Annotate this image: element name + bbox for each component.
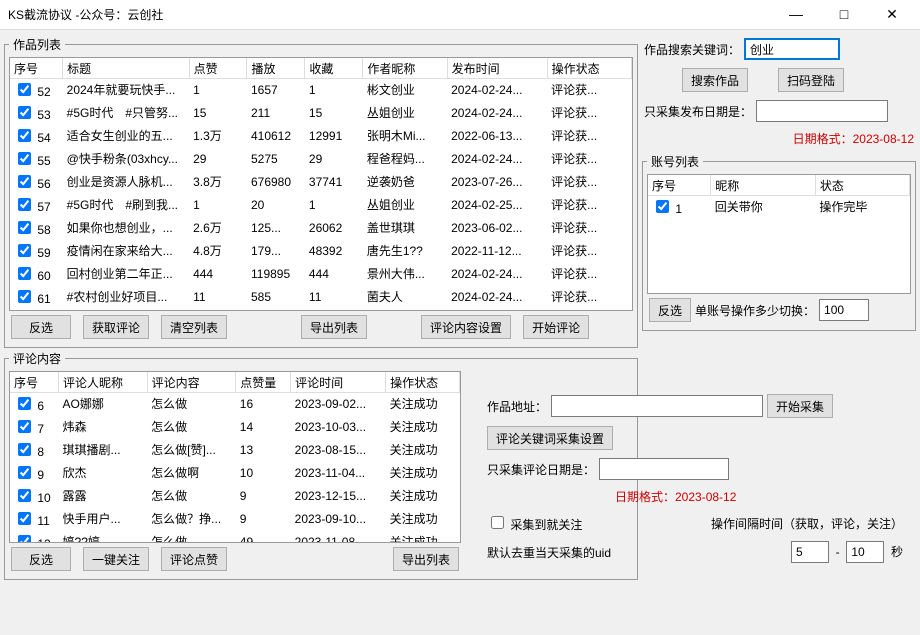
export-works-button[interactable]: 导出列表 xyxy=(301,315,367,339)
row-checkbox[interactable] xyxy=(18,290,31,303)
table-row[interactable]: 53#5G时代 #只管努...1521115丛姐创业2024-02-24...评… xyxy=(10,102,632,125)
dedup-label: 默认去重当天采集的uid xyxy=(487,544,611,561)
column-header[interactable]: 收藏 xyxy=(305,59,363,79)
column-header[interactable]: 播放 xyxy=(247,59,305,79)
accounts-invert-select-button[interactable]: 反选 xyxy=(649,298,691,322)
search-works-button[interactable]: 搜索作品 xyxy=(682,68,748,92)
works-panel: 作品列表 序号标题点赞播放收藏作者昵称发布时间操作状态 522024年就要玩快手… xyxy=(4,36,638,348)
table-row[interactable]: 10露露怎么做92023-12-15...关注成功 xyxy=(10,485,460,508)
row-checkbox[interactable] xyxy=(18,198,31,211)
row-checkbox[interactable] xyxy=(18,535,31,543)
publish-date-label: 只采集发布日期是： xyxy=(644,103,752,120)
row-checkbox[interactable] xyxy=(18,129,31,142)
keyword-input[interactable] xyxy=(744,38,840,60)
row-checkbox[interactable] xyxy=(18,152,31,165)
works-invert-select-button[interactable]: 反选 xyxy=(11,315,71,339)
keyword-label: 作品搜索关键词： xyxy=(644,41,740,58)
one-click-follow-button[interactable]: 一键关注 xyxy=(83,547,149,571)
row-checkbox[interactable] xyxy=(18,244,31,257)
row-checkbox[interactable] xyxy=(18,397,31,410)
maximize-button[interactable]: □ xyxy=(824,6,864,23)
table-row[interactable]: 56创业是资源人脉机...3.8万67698037741逆袭奶爸2023-07-… xyxy=(10,171,632,194)
column-header[interactable]: 点赞 xyxy=(189,59,247,79)
table-row[interactable]: 57#5G时代 #刷到我...1201丛姐创业2024-02-25...评论获.… xyxy=(10,194,632,217)
start-collect-button[interactable]: 开始采集 xyxy=(767,394,833,418)
clear-list-button[interactable]: 清空列表 xyxy=(161,315,227,339)
comment-like-button[interactable]: 评论点赞 xyxy=(161,547,227,571)
scan-login-button[interactable]: 扫码登陆 xyxy=(778,68,844,92)
accounts-table: 序号昵称状态 1回关带你操作完毕 xyxy=(648,175,910,218)
column-header[interactable]: 序号 xyxy=(10,59,63,79)
column-header[interactable]: 序号 xyxy=(648,176,711,196)
table-row[interactable]: 54适合女生创业的五...1.3万41061212991张明木Mi...2022… xyxy=(10,125,632,148)
table-row[interactable]: 59疫情闲在家来给大...4.8万179...48392唐先生1??2022-1… xyxy=(10,240,632,263)
row-checkbox[interactable] xyxy=(18,83,31,96)
table-row[interactable]: 61#农村创业好项目...1158511菌夫人2024-02-24...评论获.… xyxy=(10,286,632,309)
column-header[interactable]: 操作状态 xyxy=(386,373,460,393)
table-row[interactable]: 522024年就要玩快手...116571彬文创业2024-02-24...评论… xyxy=(10,79,632,102)
window-title: KS截流协议 -公众号：云创社 xyxy=(8,6,163,23)
table-row[interactable]: 6AO娜娜怎么做162023-09-02...关注成功 xyxy=(10,393,460,416)
row-checkbox[interactable] xyxy=(18,466,31,479)
table-row[interactable]: 9欣杰怎么做啊102023-11-04...关注成功 xyxy=(10,462,460,485)
comment-date-format-hint: 日期格式：2023-08-12 xyxy=(615,488,736,505)
switch-label: 单账号操作多少切换： xyxy=(695,302,815,319)
table-row[interactable]: 11快手用户...怎么做？挣...92023-09-10...关注成功 xyxy=(10,508,460,531)
get-comments-button[interactable]: 获取评论 xyxy=(83,315,149,339)
comments-invert-select-button[interactable]: 反选 xyxy=(11,547,71,571)
table-row[interactable]: 58如果你也想创业，...2.6万125...26062盖世琪琪2023-06-… xyxy=(10,217,632,240)
column-header[interactable]: 操作状态 xyxy=(547,59,631,79)
interval-min-input[interactable] xyxy=(791,541,829,563)
column-header[interactable]: 评论人昵称 xyxy=(59,373,148,393)
comments-table: 序号评论人昵称评论内容点赞量评论时间操作状态 6AO娜娜怎么做162023-09… xyxy=(10,372,460,543)
row-checkbox[interactable] xyxy=(18,420,31,433)
column-header[interactable]: 昵称 xyxy=(711,176,816,196)
switch-count-input[interactable] xyxy=(819,299,869,321)
accounts-legend: 账号列表 xyxy=(647,153,703,170)
export-comments-button[interactable]: 导出列表 xyxy=(393,547,459,571)
work-url-label: 作品地址： xyxy=(487,398,547,415)
column-header[interactable]: 评论内容 xyxy=(147,373,236,393)
comment-date-label: 只采集评论日期是： xyxy=(487,461,595,478)
column-header[interactable]: 作者昵称 xyxy=(363,59,447,79)
row-checkbox[interactable] xyxy=(18,221,31,234)
column-header[interactable]: 点赞量 xyxy=(236,373,291,393)
row-checkbox[interactable] xyxy=(656,200,669,213)
column-header[interactable]: 评论时间 xyxy=(291,373,386,393)
close-button[interactable]: ✕ xyxy=(872,6,912,23)
table-row[interactable]: 8琪琪播剧...怎么做[赞]...132023-08-15...关注成功 xyxy=(10,439,460,462)
column-header[interactable]: 状态 xyxy=(815,176,909,196)
publish-date-input[interactable] xyxy=(756,100,888,122)
works-legend: 作品列表 xyxy=(9,36,65,53)
row-checkbox[interactable] xyxy=(18,175,31,188)
table-row[interactable]: 60回村创业第二年正...444119895444景州大伟...2024-02-… xyxy=(10,263,632,286)
row-checkbox[interactable] xyxy=(18,489,31,502)
table-row[interactable]: 1回关带你操作完毕 xyxy=(648,196,910,219)
table-row[interactable]: 12婷??婷怎么做492023-11-08...关注成功 xyxy=(10,531,460,544)
column-header[interactable]: 发布时间 xyxy=(447,59,547,79)
row-checkbox[interactable] xyxy=(18,443,31,456)
table-row[interactable]: 55@快手粉条(03xhcy...29527529程爸程妈...2024-02-… xyxy=(10,148,632,171)
start-comment-button[interactable]: 开始评论 xyxy=(523,315,589,339)
minimize-button[interactable]: — xyxy=(776,6,816,23)
titlebar: KS截流协议 -公众号：云创社 — □ ✕ xyxy=(0,0,920,30)
comment-keyword-settings-button[interactable]: 评论关键词采集设置 xyxy=(487,426,613,450)
works-table: 序号标题点赞播放收藏作者昵称发布时间操作状态 522024年就要玩快手...11… xyxy=(10,58,632,311)
row-checkbox[interactable] xyxy=(18,512,31,525)
table-row[interactable]: 7炜森怎么做142023-10-03...关注成功 xyxy=(10,416,460,439)
interval-label: 操作间隔时间（获取，评论，关注） xyxy=(711,515,903,532)
row-checkbox[interactable] xyxy=(18,267,31,280)
comments-legend: 评论内容 xyxy=(9,350,65,367)
row-checkbox[interactable] xyxy=(18,106,31,119)
work-url-input[interactable] xyxy=(551,395,763,417)
follow-on-collect-checkbox[interactable]: 采集到就关注 xyxy=(487,513,582,533)
column-header[interactable]: 标题 xyxy=(63,59,189,79)
date-format-hint: 日期格式：2023-08-12 xyxy=(793,130,914,147)
column-header[interactable]: 序号 xyxy=(10,373,59,393)
comment-content-settings-button[interactable]: 评论内容设置 xyxy=(421,315,511,339)
accounts-panel: 账号列表 序号昵称状态 1回关带你操作完毕 反选 单账号操作多少切换： xyxy=(642,153,916,331)
comment-date-input[interactable] xyxy=(599,458,729,480)
interval-max-input[interactable] xyxy=(846,541,884,563)
